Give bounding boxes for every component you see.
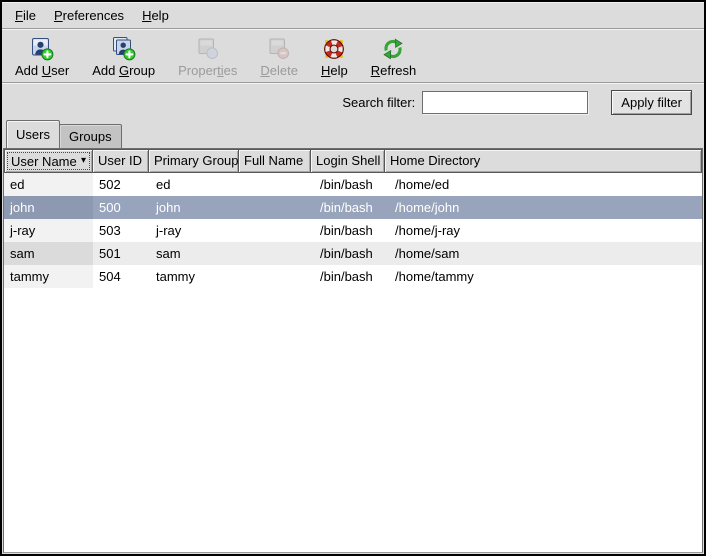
add-user-button[interactable]: Add User bbox=[8, 36, 76, 79]
cell-user-name: tammy bbox=[4, 265, 93, 288]
cell-login-shell: /bin/bash bbox=[314, 265, 389, 288]
delete-icon bbox=[267, 37, 291, 61]
users-table: User Name ▾ User ID Primary Group Full N… bbox=[3, 148, 703, 553]
column-header-login-shell[interactable]: Login Shell bbox=[310, 149, 385, 173]
cell-login-shell: /bin/bash bbox=[314, 219, 389, 242]
menu-item-preferences[interactable]: Preferences bbox=[45, 5, 133, 26]
refresh-icon bbox=[381, 37, 405, 61]
menu-item-help[interactable]: Help bbox=[133, 5, 178, 26]
cell-primary-group: ed bbox=[150, 173, 241, 196]
search-filter-input[interactable] bbox=[422, 91, 588, 114]
cell-user-id: 501 bbox=[93, 242, 150, 265]
refresh-label: Refresh bbox=[371, 63, 417, 78]
column-header-label: User Name bbox=[11, 151, 77, 172]
toolbar: Add User Add Group Properties bbox=[2, 30, 704, 82]
table-row[interactable]: ed 502 ed /bin/bash /home/ed bbox=[4, 173, 702, 196]
cell-user-name: ed bbox=[4, 173, 93, 196]
add-user-label: Add User bbox=[15, 63, 69, 78]
cell-user-id: 502 bbox=[93, 173, 150, 196]
add-group-button[interactable]: Add Group bbox=[85, 36, 162, 79]
tab-users[interactable]: Users bbox=[6, 120, 60, 148]
delete-button: Delete bbox=[253, 36, 305, 79]
cell-primary-group: j-ray bbox=[150, 219, 241, 242]
column-header-full-name[interactable]: Full Name bbox=[238, 149, 311, 173]
properties-button: Properties bbox=[171, 36, 244, 79]
cell-full-name bbox=[241, 219, 314, 242]
add-group-label: Add Group bbox=[92, 63, 155, 78]
help-lifebuoy-icon bbox=[322, 37, 346, 61]
delete-label: Delete bbox=[260, 63, 298, 78]
table-row[interactable]: tammy 504 tammy /bin/bash /home/tammy bbox=[4, 265, 702, 288]
table-row[interactable]: j-ray 503 j-ray /bin/bash /home/j-ray bbox=[4, 219, 702, 242]
cell-home-directory: /home/j-ray bbox=[389, 219, 702, 242]
sort-arrow-icon: ▾ bbox=[81, 156, 86, 166]
add-group-icon bbox=[112, 37, 136, 61]
cell-login-shell: /bin/bash bbox=[314, 196, 389, 219]
cell-user-id: 504 bbox=[93, 265, 150, 288]
cell-login-shell: /bin/bash bbox=[314, 242, 389, 265]
cell-full-name bbox=[241, 265, 314, 288]
properties-label: Properties bbox=[178, 63, 237, 78]
table-row[interactable]: sam 501 sam /bin/bash /home/sam bbox=[4, 242, 702, 265]
menubar: File Preferences Help bbox=[2, 2, 704, 28]
cell-primary-group: sam bbox=[150, 242, 241, 265]
column-header-user-id[interactable]: User ID bbox=[92, 149, 149, 173]
cell-user-id: 500 bbox=[93, 196, 150, 219]
cell-home-directory: /home/ed bbox=[389, 173, 702, 196]
column-header-user-name[interactable]: User Name ▾ bbox=[4, 149, 93, 173]
cell-home-directory: /home/sam bbox=[389, 242, 702, 265]
cell-home-directory: /home/tammy bbox=[389, 265, 702, 288]
help-button[interactable]: Help bbox=[314, 36, 355, 79]
column-header-primary-group[interactable]: Primary Group bbox=[148, 149, 239, 173]
cell-full-name bbox=[241, 196, 314, 219]
apply-filter-button[interactable]: Apply filter bbox=[611, 90, 692, 115]
filter-row: Search filter: Apply filter bbox=[2, 84, 704, 120]
cell-login-shell: /bin/bash bbox=[314, 173, 389, 196]
tab-groups[interactable]: Groups bbox=[59, 124, 122, 148]
cell-home-directory: /home/john bbox=[389, 196, 702, 219]
table-header-row: User Name ▾ User ID Primary Group Full N… bbox=[4, 149, 702, 173]
user-manager-window: File Preferences Help Add User bbox=[0, 0, 706, 556]
help-label: Help bbox=[321, 63, 348, 78]
cell-full-name bbox=[241, 173, 314, 196]
menu-item-file[interactable]: File bbox=[6, 5, 45, 26]
search-filter-label: Search filter: bbox=[342, 95, 415, 110]
notebook-tabs: Users Groups bbox=[2, 120, 704, 148]
add-user-icon bbox=[30, 37, 54, 61]
cell-primary-group: john bbox=[150, 196, 241, 219]
refresh-button[interactable]: Refresh bbox=[364, 36, 424, 79]
cell-user-name: j-ray bbox=[4, 219, 93, 242]
cell-primary-group: tammy bbox=[150, 265, 241, 288]
column-header-home-directory[interactable]: Home Directory bbox=[384, 149, 702, 173]
cell-user-name: john bbox=[4, 196, 93, 219]
cell-user-name: sam bbox=[4, 242, 93, 265]
table-row[interactable]: john 500 john /bin/bash /home/john bbox=[4, 196, 702, 219]
cell-user-id: 503 bbox=[93, 219, 150, 242]
table-body: ed 502 ed /bin/bash /home/ed john 500 jo… bbox=[4, 173, 702, 552]
cell-full-name bbox=[241, 242, 314, 265]
properties-icon bbox=[196, 37, 220, 61]
